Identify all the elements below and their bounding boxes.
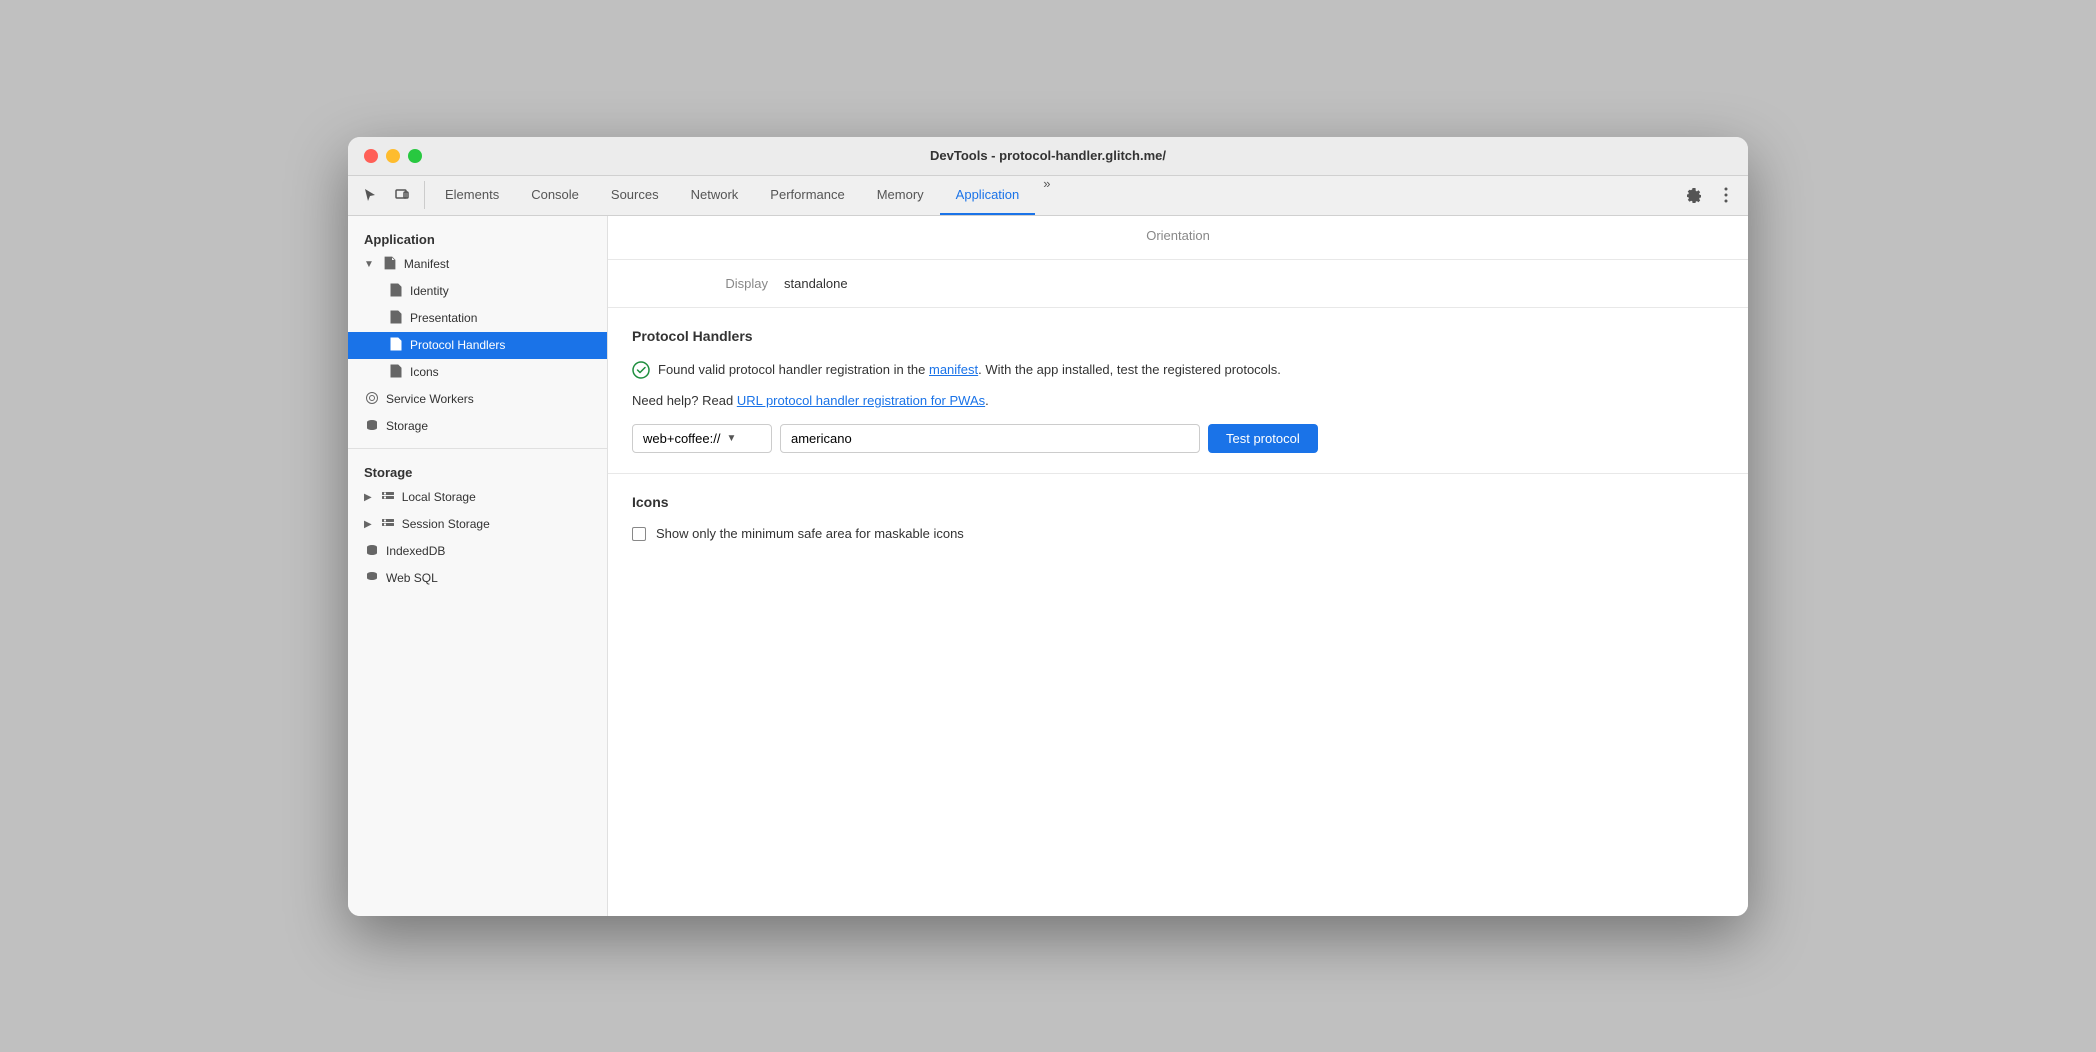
local-storage-icon	[380, 489, 396, 506]
sidebar-item-session-storage[interactable]: ▶ Session Storage	[348, 511, 607, 538]
display-key: Display	[688, 276, 768, 291]
sidebar: Application ▼ Manifest Identity	[348, 216, 608, 916]
device-toggle-button[interactable]	[388, 181, 416, 209]
indexed-db-icon	[364, 543, 380, 560]
maskable-icons-checkbox-row: Show only the minimum safe area for mask…	[632, 526, 1724, 541]
sidebar-item-icons[interactable]: Icons	[348, 359, 607, 386]
protocol-select[interactable]: web+coffee:// ▼	[632, 424, 772, 453]
sidebar-item-protocol-handlers[interactable]: Protocol Handlers	[348, 332, 607, 359]
devtools-window: DevTools - protocol-handler.glitch.me/ E…	[348, 137, 1748, 916]
sidebar-indexed-db-label: IndexedDB	[386, 544, 445, 558]
devtools-toolbar: Elements Console Sources Network Perform…	[348, 176, 1748, 216]
window-title: DevTools - protocol-handler.glitch.me/	[930, 148, 1166, 163]
help-text-after: .	[985, 393, 989, 408]
sidebar-divider	[348, 448, 607, 449]
tab-sources[interactable]: Sources	[595, 176, 675, 215]
sidebar-item-indexed-db[interactable]: IndexedDB	[348, 538, 607, 565]
local-storage-arrow-icon: ▶	[364, 492, 372, 503]
sidebar-item-presentation[interactable]: Presentation	[348, 305, 607, 332]
tab-console[interactable]: Console	[515, 176, 595, 215]
maskable-icons-label: Show only the minimum safe area for mask…	[656, 526, 964, 541]
sidebar-application-title: Application	[348, 224, 607, 251]
sidebar-item-storage[interactable]: Storage	[348, 413, 607, 440]
protocol-handlers-title: Protocol Handlers	[632, 328, 1724, 344]
test-protocol-button[interactable]: Test protocol	[1208, 424, 1318, 453]
toolbar-icons	[356, 181, 425, 209]
presentation-file-icon	[388, 310, 404, 327]
toolbar-actions	[1680, 181, 1740, 209]
session-storage-arrow-icon: ▶	[364, 519, 372, 530]
tab-application[interactable]: Application	[940, 176, 1036, 215]
help-text-before: Need help? Read	[632, 393, 737, 408]
more-options-button[interactable]	[1712, 181, 1740, 209]
minimize-button[interactable]	[386, 149, 400, 163]
icons-file-icon	[388, 364, 404, 381]
maximize-button[interactable]	[408, 149, 422, 163]
maskable-icons-checkbox[interactable]	[632, 527, 646, 541]
identity-file-icon	[388, 283, 404, 300]
close-button[interactable]	[364, 149, 378, 163]
manifest-file-icon	[382, 256, 398, 273]
service-workers-icon	[364, 391, 380, 408]
sidebar-storage-label: Storage	[386, 419, 428, 433]
more-tabs-button[interactable]: »	[1035, 176, 1058, 215]
display-value: standalone	[784, 276, 848, 291]
window-controls	[364, 149, 422, 163]
sidebar-web-sql-label: Web SQL	[386, 571, 438, 585]
tab-performance[interactable]: Performance	[754, 176, 860, 215]
icons-section: Icons Show only the minimum safe area fo…	[608, 474, 1748, 561]
sidebar-item-web-sql[interactable]: Web SQL	[348, 565, 607, 592]
display-row: Display standalone	[608, 260, 1748, 308]
device-icon	[394, 187, 410, 203]
orientation-label: Orientation	[1146, 228, 1210, 243]
chevron-down-icon: ▼	[726, 433, 736, 444]
help-text: Need help? Read URL protocol handler reg…	[632, 393, 1724, 408]
storage-icon	[364, 418, 380, 435]
pwa-help-link[interactable]: URL protocol handler registration for PW…	[737, 393, 985, 408]
protocol-select-value: web+coffee://	[643, 431, 720, 446]
devtools-body: Application ▼ Manifest Identity	[348, 216, 1748, 916]
tab-memory[interactable]: Memory	[861, 176, 940, 215]
success-text-after: . With the app installed, test the regis…	[978, 362, 1281, 377]
manifest-arrow-icon: ▼	[364, 259, 374, 270]
sidebar-icons-label: Icons	[410, 365, 439, 379]
protocol-input-row: web+coffee:// ▼ Test protocol	[632, 424, 1724, 453]
sidebar-item-local-storage[interactable]: ▶ Local Storage	[348, 484, 607, 511]
orientation-row: Orientation	[608, 216, 1748, 260]
sidebar-local-storage-label: Local Storage	[402, 490, 476, 504]
sidebar-protocol-handlers-label: Protocol Handlers	[410, 338, 505, 352]
sidebar-service-workers-label: Service Workers	[386, 392, 474, 406]
sidebar-storage-section-title: Storage	[348, 457, 607, 484]
ellipsis-vertical-icon	[1724, 187, 1728, 203]
main-content: Orientation Display standalone Protocol …	[608, 216, 1748, 916]
sidebar-session-storage-label: Session Storage	[402, 517, 490, 531]
tab-elements[interactable]: Elements	[429, 176, 515, 215]
sidebar-identity-label: Identity	[410, 284, 449, 298]
tab-network[interactable]: Network	[675, 176, 755, 215]
manifest-link[interactable]: manifest	[929, 362, 978, 377]
protocol-handlers-section: Protocol Handlers Found valid protocol h…	[608, 308, 1748, 475]
protocol-text-input[interactable]	[780, 424, 1200, 453]
sidebar-item-service-workers[interactable]: Service Workers	[348, 386, 607, 413]
settings-button[interactable]	[1680, 181, 1708, 209]
success-text: Found valid protocol handler registratio…	[658, 360, 1281, 380]
sidebar-item-identity[interactable]: Identity	[348, 278, 607, 305]
protocol-handlers-file-icon	[388, 337, 404, 354]
success-text-before: Found valid protocol handler registratio…	[658, 362, 929, 377]
icons-title: Icons	[632, 494, 1724, 510]
sidebar-item-manifest[interactable]: ▼ Manifest	[348, 251, 607, 278]
cursor-icon	[362, 187, 378, 203]
cursor-icon-button[interactable]	[356, 181, 384, 209]
gear-icon	[1686, 187, 1702, 203]
success-message: Found valid protocol handler registratio…	[632, 360, 1724, 380]
success-check-icon	[632, 361, 650, 379]
web-sql-icon	[364, 570, 380, 587]
sidebar-presentation-label: Presentation	[410, 311, 477, 325]
sidebar-manifest-label: Manifest	[404, 257, 449, 271]
devtools-tabs: Elements Console Sources Network Perform…	[429, 176, 1680, 215]
title-bar: DevTools - protocol-handler.glitch.me/	[348, 137, 1748, 176]
session-storage-icon	[380, 516, 396, 533]
